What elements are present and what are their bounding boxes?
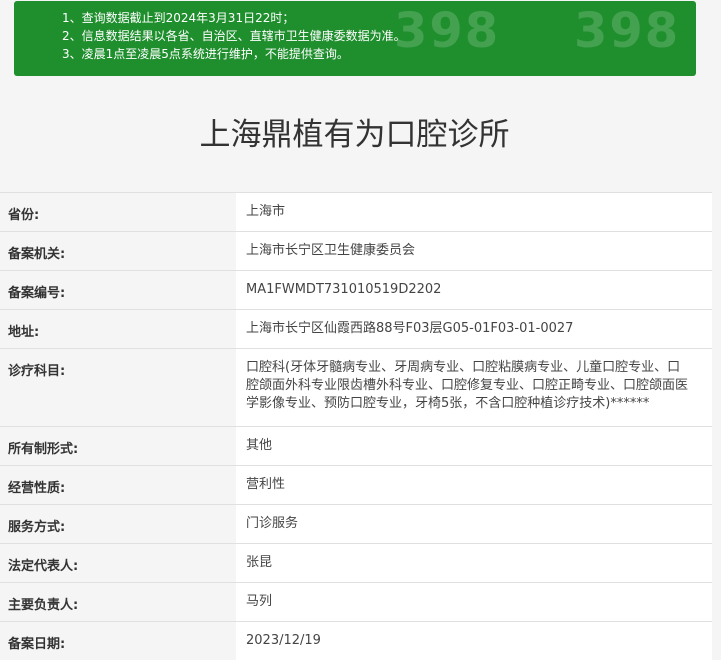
row-value: 上海市 bbox=[236, 193, 712, 231]
row-value: 2023/12/19 bbox=[236, 622, 712, 660]
notice-line: 3、凌晨1点至凌晨5点系统进行维护，不能提供查询。 bbox=[62, 47, 349, 61]
table-row: 省份: 上海市 bbox=[0, 192, 712, 231]
notice-line: 1、查询数据截止到2024年3月31日22时； bbox=[62, 11, 295, 25]
row-value: 张昆 bbox=[236, 544, 712, 582]
row-label: 法定代表人: bbox=[0, 544, 236, 582]
notice-banner: 398 398 1、查询数据截止到2024年3月31日22时； 2、信息数据结果… bbox=[14, 1, 696, 76]
row-label: 地址: bbox=[0, 310, 236, 348]
table-row: 备案编号: MA1FWMDT731010519D2202 bbox=[0, 270, 712, 309]
notice-line: 2、信息数据结果以各省、自治区、直辖市卫生健康委数据为准。 bbox=[62, 29, 406, 43]
row-value: 上海市长宁区卫生健康委员会 bbox=[236, 232, 712, 270]
table-row: 备案机关: 上海市长宁区卫生健康委员会 bbox=[0, 231, 712, 270]
row-label: 服务方式: bbox=[0, 505, 236, 543]
row-label: 备案机关: bbox=[0, 232, 236, 270]
row-value: 其他 bbox=[236, 427, 712, 465]
row-label: 所有制形式: bbox=[0, 427, 236, 465]
table-row: 主要负责人: 马列 bbox=[0, 582, 712, 621]
row-label: 主要负责人: bbox=[0, 583, 236, 621]
row-value: 门诊服务 bbox=[236, 505, 712, 543]
row-value: 马列 bbox=[236, 583, 712, 621]
page-title: 上海鼎植有为口腔诊所 bbox=[199, 117, 510, 153]
row-value: MA1FWMDT731010519D2202 bbox=[236, 271, 712, 309]
table-row: 法定代表人: 张昆 bbox=[0, 543, 712, 582]
row-label: 诊疗科目: bbox=[0, 349, 236, 426]
row-label: 备案编号: bbox=[0, 271, 236, 309]
table-row: 经营性质: 营利性 bbox=[0, 465, 712, 504]
row-label: 备案日期: bbox=[0, 622, 236, 660]
row-label: 经营性质: bbox=[0, 466, 236, 504]
row-value: 营利性 bbox=[236, 466, 712, 504]
table-row: 服务方式: 门诊服务 bbox=[0, 504, 712, 543]
row-value: 口腔科(牙体牙髓病专业、牙周病专业、口腔粘膜病专业、儿童口腔专业、口腔颌面外科专… bbox=[236, 349, 712, 426]
table-row: 所有制形式: 其他 bbox=[0, 426, 712, 465]
table-row: 地址: 上海市长宁区仙霞西路88号F03层G05-01F03-01-0027 bbox=[0, 309, 712, 348]
row-value: 上海市长宁区仙霞西路88号F03层G05-01F03-01-0027 bbox=[236, 310, 712, 348]
table-row: 诊疗科目: 口腔科(牙体牙髓病专业、牙周病专业、口腔粘膜病专业、儿童口腔专业、口… bbox=[0, 348, 712, 426]
clinic-info-table: 省份: 上海市 备案机关: 上海市长宁区卫生健康委员会 备案编号: MA1FWM… bbox=[0, 192, 712, 660]
table-row: 备案日期: 2023/12/19 bbox=[0, 621, 712, 660]
row-label: 省份: bbox=[0, 193, 236, 231]
